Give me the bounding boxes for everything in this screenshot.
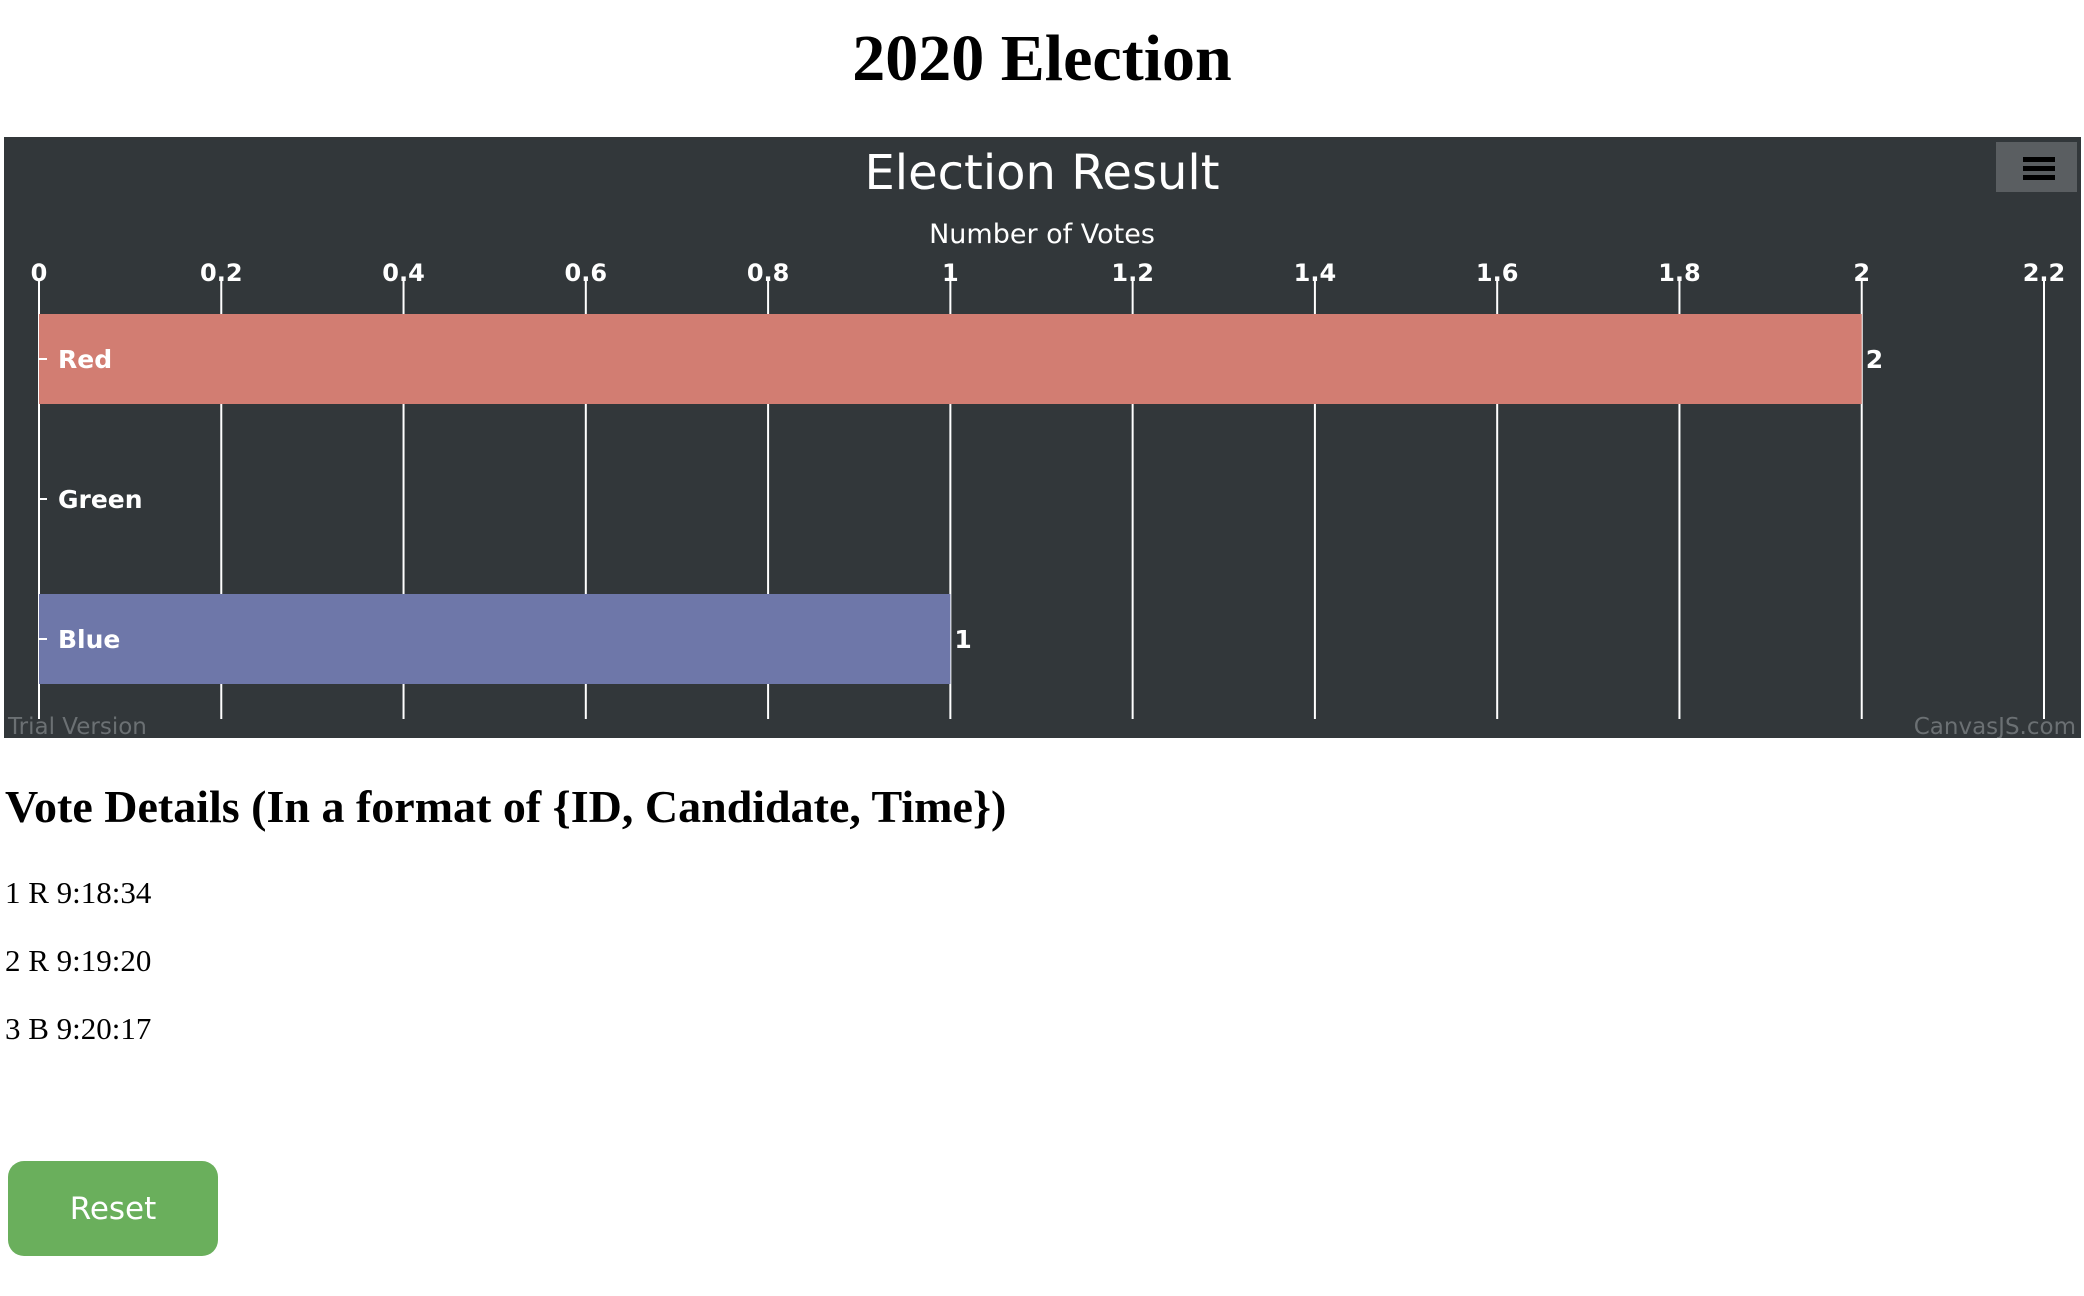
category-label: Green [58,485,143,514]
bar-blue [39,594,951,684]
axis-title: Number of Votes [929,219,1155,250]
watermark-right: CanvasJS.com [1914,714,2076,738]
chart-title: Election Result [864,145,1219,201]
vote-entry: 1 R 9:18:34 [5,875,152,910]
vote-entry: 3 B 9:20:17 [5,1011,152,1046]
hamburger-menu-icon-bar [2023,175,2055,180]
tick-label: 1 [942,259,959,287]
category-label: Red [58,345,112,374]
election-result-chart: Election Result Number of Votes 0 0.2 0.4 0.6… [4,137,2081,738]
page-title: 2020 Election [852,22,1232,95]
tick-label: 1.2 [1111,259,1154,287]
tick-label: 0.6 [565,259,608,287]
chart-menu-button[interactable] [1996,142,2077,192]
tick-label: 2.2 [2023,259,2066,287]
reset-button[interactable]: Reset [8,1161,218,1256]
tick-label: 1.8 [1658,259,1701,287]
category-label: Blue [58,625,120,654]
chart-canvas: Election Result Number of Votes 0 0.2 0.4 0.6… [7,145,2076,738]
hamburger-menu-icon [2023,157,2055,162]
vote-details-heading: Vote Details (In a format of {ID, Candid… [5,781,1007,832]
data-label: 2 [1866,345,1883,374]
tick-label: 1.4 [1294,259,1337,287]
hamburger-menu-icon-bar [2023,166,2055,171]
tick-label: 0.2 [200,259,243,287]
tick-label: 1.6 [1476,259,1519,287]
vote-entry: 2 R 9:19:20 [5,943,152,978]
data-label: 1 [954,625,971,654]
bar-red [39,314,1862,404]
watermark-left: Trial Version [7,714,147,738]
tick-label: 0.4 [382,259,425,287]
tick-label: 0 [31,259,48,287]
tick-label: 0.8 [747,259,790,287]
tick-label: 2 [1853,259,1870,287]
